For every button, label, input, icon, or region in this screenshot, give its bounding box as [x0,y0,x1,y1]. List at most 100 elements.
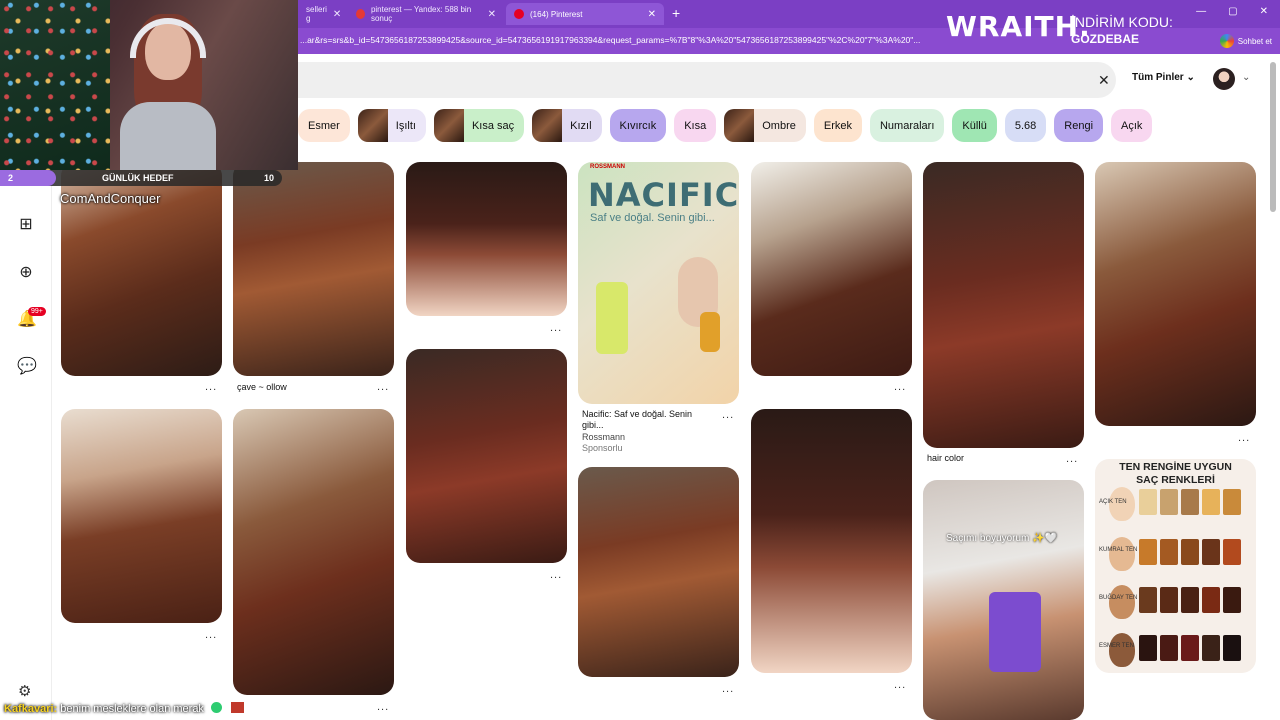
pin-image[interactable] [1095,162,1256,426]
chip-label: Rengi [1064,119,1094,132]
refine-chip[interactable]: Açık [1111,109,1153,142]
tone-label: BUĞDAY TEN [1099,595,1138,601]
pin-image[interactable] [61,409,222,623]
more-options-icon[interactable]: ... [1238,432,1250,444]
ad-caption-line: Nacific: Saf ve doğal. Senin [582,409,693,419]
scrollbar-thumb[interactable] [1270,62,1276,212]
filter-label: Tüm Pinler [1132,72,1184,83]
chip-label: Kızıl [570,119,592,132]
pin-image[interactable] [233,409,394,695]
goal-label: GÜNLÜK HEDEF [102,173,174,183]
pin-image[interactable] [406,349,567,563]
window-controls: — ▢ ✕ [1196,6,1268,17]
swatch [1181,587,1199,613]
goal-target: 10 [263,173,274,183]
minimize-button[interactable]: — [1196,6,1206,17]
more-options-icon[interactable]: ... [722,409,734,421]
refine-chip[interactable]: Küllü [952,109,997,142]
url-text[interactable]: ...ar&rs=srs&b_id=5473656187253899425&so… [300,35,960,45]
color-chart-pin[interactable]: TEN RENGİNE UYGUN SAÇ RENKLERİ AÇIK TEN … [1095,459,1256,673]
copilot-icon [1219,34,1234,48]
tab-pinterest[interactable]: (164) Pinterest ✕ [506,3,664,25]
ad-caption[interactable]: Nacific: Saf ve doğal. Senin gibi... [582,409,722,431]
create-icon[interactable]: ⊕ [17,264,35,282]
refine-chip[interactable]: Esmer [298,109,350,142]
refine-chip[interactable]: Kısa [674,109,717,142]
chip-label: Küllü [962,119,987,132]
refine-chip[interactable]: 5.68 [1004,109,1047,142]
pin-caption[interactable]: çave ~ ollow [237,382,287,392]
search-input[interactable] [298,62,1116,98]
ad-caption-line: gibi... [582,420,604,430]
pin-image[interactable] [751,162,912,376]
ad-tagline: Saf ve doğal. Senin gibi... [590,212,715,224]
maximize-button[interactable]: ▢ [1228,6,1237,17]
pin-image[interactable] [923,162,1084,448]
more-options-icon[interactable]: ... [722,683,734,695]
more-options-icon[interactable]: ... [550,569,562,581]
webcam-overlay [0,0,298,170]
pin-image[interactable] [233,162,394,376]
face-medium [1109,537,1135,571]
refine-chip[interactable]: Erkek [813,109,862,142]
scrollbar[interactable] [1269,60,1277,720]
refine-chip[interactable]: Numaraları [869,109,945,142]
more-options-icon[interactable]: ... [205,629,217,641]
more-options-icon[interactable]: ... [894,381,906,393]
dye-box [989,592,1041,672]
discount-label: İNDİRİM KODU: [1071,14,1173,30]
avatar[interactable] [1213,68,1235,90]
video-overlay-text: Saçımı boyuyorum ✨🤍 [946,533,1058,544]
swatch [1202,539,1220,565]
pin-image[interactable] [751,409,912,673]
refine-chip[interactable]: Rengi [1054,109,1104,142]
refine-chip[interactable]: Kızıl [532,109,602,142]
close-window-button[interactable]: ✕ [1260,6,1268,17]
pin-caption[interactable]: hair color [927,453,964,463]
chat-label: Sohbet et [1237,36,1272,46]
pin-filter-dropdown[interactable]: Tüm Pinler ⌄ [1132,72,1195,83]
chart-title: TEN RENGİNE UYGUN SAÇ RENKLERİ [1095,461,1256,487]
christmas-tree [0,0,110,170]
ad-advertiser[interactable]: Rossmann [582,432,625,442]
close-icon[interactable]: ✕ [488,9,496,20]
close-icon[interactable]: ✕ [333,9,341,20]
messages-icon[interactable]: 💬 [17,358,37,376]
close-icon[interactable]: ✕ [648,9,656,20]
chat-button[interactable]: Sohbet et [1219,32,1272,50]
swatch [1223,539,1241,565]
more-options-icon[interactable]: ... [1066,453,1078,465]
streamer-shirt [120,102,216,170]
swatch-row [1139,539,1241,565]
tab-yandex[interactable]: pinterest — Yandex: 588 bin sonuç ✕ [348,3,504,25]
new-tab-button[interactable]: + [672,5,680,21]
pin-image[interactable] [406,162,567,316]
search-row: ✕ Tüm Pinler ⌄ ⌄ [298,60,1268,100]
layout-icon[interactable]: ⊞ [17,216,35,234]
swatch [1160,489,1178,515]
swatch [1223,587,1241,613]
video-pin[interactable] [923,480,1084,720]
more-options-icon[interactable]: ... [377,701,389,713]
refine-chip[interactable]: Kısa saç [433,109,525,142]
refine-chip[interactable]: Kıvırcık [609,109,667,142]
more-options-icon[interactable]: ... [894,679,906,691]
chevron-down-icon[interactable]: ⌄ [1242,72,1250,83]
swatch [1202,635,1220,661]
tab-selleri[interactable]: selleri g ✕ [298,3,346,25]
more-options-icon[interactable]: ... [205,381,217,393]
refine-chip[interactable]: Ombre [724,109,806,142]
more-options-icon[interactable]: ... [377,381,389,393]
swatch [1202,587,1220,613]
product-bottle [700,312,720,352]
more-options-icon[interactable]: ... [550,322,562,334]
chat-username: Kafkavari: [4,703,58,715]
clear-search-button[interactable]: ✕ [1098,72,1110,89]
sponsored-pin[interactable]: ROSSMANN NACIFIC Saf ve doğal. Senin gib… [578,162,739,404]
gear-icon[interactable]: ⚙ [18,682,31,700]
chip-thumbnail [433,109,464,142]
pin-image[interactable] [578,467,739,677]
swatch [1139,489,1157,515]
refine-chip[interactable]: Işıltı [357,109,426,142]
face-wheat [1109,585,1135,619]
